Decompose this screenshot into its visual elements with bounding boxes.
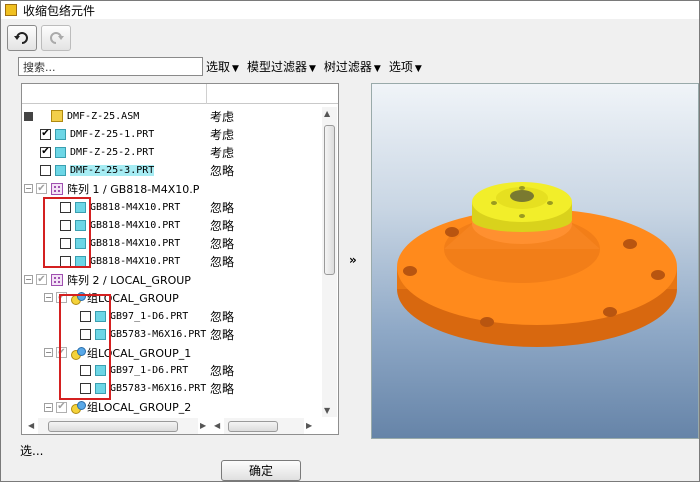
scroll-up-icon[interactable]: ▲ [324,109,330,118]
part-icon [55,128,66,140]
tree-row-label: 阵列 2 / LOCAL_GROUP [67,273,191,287]
tree-row-label: 阵列 1 / GB818-M4X10.P [67,182,200,196]
horizontal-scrollbar-status[interactable] [224,418,304,434]
menu-model-filter[interactable]: 模型过滤器 ▼ [247,58,316,75]
collapse-icon[interactable]: − [24,275,33,285]
filter-menus: 选取 ▼ 模型过滤器 ▼ 树过滤器 ▼ 选项 ▼ [206,58,422,75]
collapse-icon[interactable]: − [44,348,53,358]
tree-row-status: 忽略 [210,327,235,342]
tree-row-status: 忽略 [210,255,235,270]
annotation-box [43,197,91,268]
tree-row[interactable]: DMF-Z-25.ASM 考虑 [22,107,322,125]
collapse-icon[interactable]: − [24,184,33,194]
scroll-down-icon[interactable]: ▼ [324,406,330,415]
scroll-thumb[interactable] [228,421,278,432]
horizontal-scrollbar[interactable] [38,418,198,434]
tree-row-label: GB97_1-D6.PRT [110,365,189,377]
row-checkbox[interactable]: ✔ [36,183,47,195]
window-title: 收缩包络元件 [23,3,96,18]
tree-row-status: 忽略 [210,309,235,324]
row-checkbox[interactable]: ✔ [40,128,51,140]
model-preview[interactable] [371,83,699,439]
tree-row[interactable]: − ✔ 组LOCAL_GROUP_2 [22,398,322,416]
app-icon [5,4,17,16]
tree-row[interactable]: ✔ DMF-Z-25-2.PRT 考虑 [22,143,322,161]
tree-row-label: 组LOCAL_GROUP_2 [87,401,192,415]
chevron-down-icon: ▼ [308,64,316,74]
undo-icon [14,32,28,44]
pattern-icon [51,182,63,195]
vertical-scrollbar[interactable]: ▲ ▼ [322,107,337,417]
scroll-right-icon[interactable]: ▶ [200,421,206,430]
tree-row-status: 忽略 [210,236,235,251]
status-text: 选... [20,444,44,458]
scroll-left-icon[interactable]: ◀ [28,421,34,430]
scroll-thumb[interactable] [324,125,335,275]
collapse-icon[interactable] [24,111,33,121]
annotation-box [59,294,111,400]
flange-model-image [397,182,677,347]
title-bar: 收缩包络元件 [1,1,699,19]
tree-row-label: GB818-M4X10.PRT [90,201,181,213]
model-tree-panel: DMF-Z-25.ASM 考虑 ✔ DMF-Z-25-1.PRT 考虑 ✔ DM… [21,83,339,435]
tree-row-label: DMF-Z-25.ASM [67,110,140,122]
tree-row-status: 忽略 [210,200,235,215]
tree-row-status: 忽略 [210,218,235,233]
tree-row-status: 忽略 [210,164,235,179]
ok-button[interactable]: 确定 [221,460,301,481]
tree-row-label: GB818-M4X10.PRT [90,256,181,268]
tree-row-label: DMF-Z-25-2.PRT [70,146,155,158]
assembly-icon [51,110,63,123]
tree-row[interactable]: − ✔ 阵列 1 / GB818-M4X10.P [22,180,322,198]
row-checkbox[interactable] [40,165,51,177]
scroll-right-icon[interactable]: ▶ [306,421,312,430]
menu-select[interactable]: 选取 ▼ [206,58,239,75]
row-checkbox[interactable]: ✔ [36,274,47,286]
tree-row-label: GB818-M4X10.PRT [90,219,181,231]
redo-icon [50,32,64,44]
scroll-thumb[interactable] [48,421,178,432]
expand-button[interactable]: » [349,253,357,267]
tree-row-label: DMF-Z-25-3.PRT [70,165,155,177]
tree-row-label: GB5783-M6X16.PRT [110,328,207,340]
part-icon [55,146,66,158]
collapse-icon[interactable]: − [44,293,53,303]
tree-row[interactable]: − ✔ 阵列 2 / LOCAL_GROUP [22,271,322,289]
redo-button[interactable] [41,25,71,51]
pattern-icon [51,273,63,286]
tree-row-status: 忽略 [210,364,235,379]
tree-row-label: GB818-M4X10.PRT [90,237,181,249]
row-checkbox[interactable]: ✔ [56,401,67,413]
scroll-left-icon[interactable]: ◀ [214,421,220,430]
toolbar [7,25,71,51]
chevron-down-icon: ▼ [232,64,239,74]
chevron-down-icon: ▼ [414,64,422,74]
tree-row-status: 考虑 [210,145,235,160]
tree-row-status: 考虑 [210,109,235,124]
dialog-window: 收缩包络元件 搜索... 选取 ▼ 模型过滤器 ▼ 树过滤器 ▼ 选项 ▼ DMF-Z-… [0,0,700,482]
tree-row[interactable]: DMF-Z-25-3.PRT 忽略 [22,162,322,180]
undo-button[interactable] [7,25,37,51]
collapse-icon[interactable]: − [44,402,53,412]
tree-row-label: GB5783-M6X16.PRT [110,383,207,395]
menu-tree-filter[interactable]: 树过滤器 ▼ [324,58,381,75]
tree-row-status: 忽略 [210,382,235,397]
tree-row-label: DMF-Z-25-1.PRT [70,128,155,140]
menu-options[interactable]: 选项 ▼ [389,58,422,75]
tree-header [22,84,338,104]
part-icon [55,165,66,177]
search-input[interactable]: 搜索... [18,57,203,76]
group-icon [71,401,86,415]
row-checkbox[interactable]: ✔ [40,146,51,158]
tree-row[interactable]: ✔ DMF-Z-25-1.PRT 考虑 [22,125,322,143]
tree-row-status: 考虑 [210,127,235,142]
chevron-down-icon: ▼ [373,64,381,74]
tree-row-label: GB97_1-D6.PRT [110,310,189,322]
